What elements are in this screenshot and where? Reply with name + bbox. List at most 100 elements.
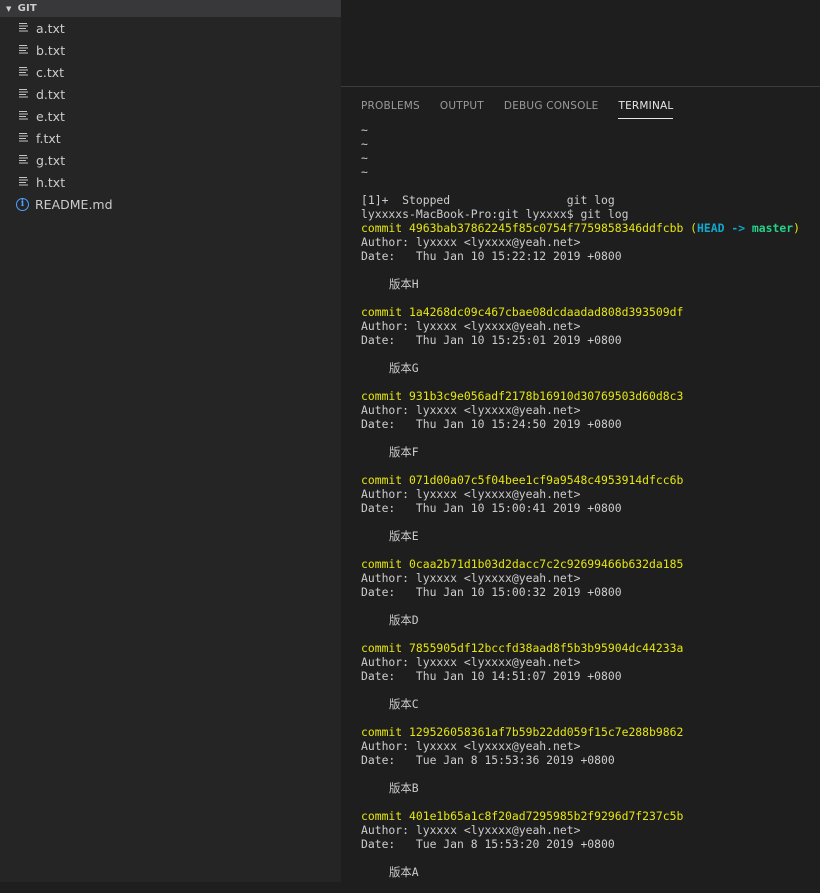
- commit-hash: commit 4963bab37862245f85c0754f775985834…: [361, 221, 684, 235]
- tilde-line: ~: [361, 123, 368, 137]
- file-name: f.txt: [36, 130, 61, 146]
- commit-message: 版本B: [389, 781, 419, 795]
- branch-name: master: [751, 221, 794, 235]
- commit-author: Author: lyxxxx <lyxxxx@yeah.net>: [361, 571, 581, 585]
- stopped-line: [1]+ Stopped git log: [361, 193, 615, 207]
- message-line: 版本F: [361, 445, 820, 459]
- date-line: Date: Thu Jan 10 15:24:50 2019 +0800: [361, 417, 820, 431]
- terminal-line: ~: [361, 165, 820, 179]
- commit-date: Date: Thu Jan 10 15:24:50 2019 +0800: [361, 417, 622, 431]
- commit-author: Author: lyxxxx <lyxxxx@yeah.net>: [361, 823, 581, 837]
- terminal-output[interactable]: ~ ~ ~ ~ [1]+ Stopped git log lyxxxxs-MacBook-…: [361, 123, 820, 893]
- file-name: h.txt: [36, 174, 66, 190]
- file-item[interactable]: b.txt: [0, 39, 341, 61]
- commit-date: Date: Tue Jan 8 15:53:36 2019 +0800: [361, 753, 615, 767]
- editor-area: [341, 0, 820, 86]
- author-line: Author: lyxxxx <lyxxxx@yeah.net>: [361, 403, 820, 417]
- file-name: e.txt: [36, 108, 65, 124]
- commit-author: Author: lyxxxx <lyxxxx@yeah.net>: [361, 235, 581, 249]
- commit-line: commit 1a4268dc09c467cbae08dcdaadad808d3…: [361, 305, 820, 319]
- date-line: Date: Thu Jan 10 15:00:41 2019 +0800: [361, 501, 820, 515]
- author-line: Author: lyxxxx <lyxxxx@yeah.net>: [361, 823, 820, 837]
- commit-date: Date: Thu Jan 10 15:00:32 2019 +0800: [361, 585, 622, 599]
- terminal-line: lyxxxxs-MacBook-Pro:git lyxxxx$ git log: [361, 207, 820, 221]
- bottom-panel: PROBLEMS OUTPUT DEBUG CONSOLE TERMINAL ~…: [341, 86, 820, 883]
- commit-message: 版本E: [389, 529, 419, 543]
- file-item[interactable]: g.txt: [0, 149, 341, 171]
- explorer-section-title: GIT: [17, 3, 37, 14]
- file-name: README.md: [35, 196, 113, 212]
- author-line: Author: lyxxxx <lyxxxx@yeah.net>: [361, 487, 820, 501]
- info-icon: i: [16, 197, 29, 211]
- tab-terminal[interactable]: TERMINAL: [618, 93, 674, 119]
- commit-line: commit 0caa2b71d1b03d2dacc7c2c92699466b6…: [361, 557, 820, 571]
- tab-debug-console[interactable]: DEBUG CONSOLE: [504, 93, 599, 119]
- file-name: b.txt: [36, 42, 66, 58]
- date-line: Date: Tue Jan 8 15:53:20 2019 +0800: [361, 837, 820, 851]
- commit-line: commit 401e1b65a1c8f20ad7295985b2f9296d7…: [361, 809, 820, 823]
- head-ref: HEAD ->: [697, 221, 746, 235]
- commit-hash: commit 401e1b65a1c8f20ad7295985b2f9296d7…: [361, 809, 684, 823]
- date-line: Date: Thu Jan 10 15:25:01 2019 +0800: [361, 333, 820, 347]
- commit-line: commit 071d00a07c5f04bee1cf9a9548c495391…: [361, 473, 820, 487]
- author-line: Author: lyxxxx <lyxxxx@yeah.net>: [361, 235, 820, 249]
- tilde-line: ~: [361, 165, 368, 179]
- file-item[interactable]: d.txt: [0, 83, 341, 105]
- date-line: Date: Thu Jan 10 15:00:32 2019 +0800: [361, 585, 820, 599]
- terminal-line: ~: [361, 137, 820, 151]
- message-line: 版本A: [361, 865, 820, 879]
- file-item[interactable]: c.txt: [0, 61, 341, 83]
- file-item[interactable]: e.txt: [0, 105, 341, 127]
- text-file-icon: [18, 132, 30, 144]
- commit-message: 版本D: [389, 613, 419, 627]
- tab-output[interactable]: OUTPUT: [440, 93, 484, 119]
- commit-date: Date: Tue Jan 8 15:53:20 2019 +0800: [361, 837, 615, 851]
- commit-hash: commit 071d00a07c5f04bee1cf9a9548c495391…: [361, 473, 684, 487]
- message-line: 版本E: [361, 529, 820, 543]
- text-file-icon: [18, 44, 30, 56]
- commit-message: 版本C: [389, 697, 419, 711]
- text-file-icon: [18, 154, 30, 166]
- tab-problems[interactable]: PROBLEMS: [361, 93, 420, 119]
- commit-author: Author: lyxxxx <lyxxxx@yeah.net>: [361, 739, 581, 753]
- author-line: Author: lyxxxx <lyxxxx@yeah.net>: [361, 319, 820, 333]
- file-name: a.txt: [36, 20, 65, 36]
- commit-hash: commit 931b3c9e056adf2178b16910d30769503…: [361, 389, 684, 403]
- date-line: Date: Thu Jan 10 14:51:07 2019 +0800: [361, 669, 820, 683]
- commit-line: commit 7855905df12bccfd38aad8f5b3b95904d…: [361, 641, 820, 655]
- author-line: Author: lyxxxx <lyxxxx@yeah.net>: [361, 739, 820, 753]
- file-name: c.txt: [36, 64, 65, 80]
- file-item[interactable]: i README.md: [0, 193, 341, 215]
- text-file-icon: [18, 110, 30, 122]
- terminal-line: ~: [361, 151, 820, 165]
- file-item[interactable]: a.txt: [0, 17, 341, 39]
- file-item[interactable]: f.txt: [0, 127, 341, 149]
- text-file-icon: [18, 22, 30, 34]
- commit-author: Author: lyxxxx <lyxxxx@yeah.net>: [361, 655, 581, 669]
- commit-author: Author: lyxxxx <lyxxxx@yeah.net>: [361, 487, 581, 501]
- explorer-section-header[interactable]: ▼ GIT: [0, 0, 341, 17]
- chevron-down-icon[interactable]: ▼: [6, 5, 12, 13]
- terminal-line: [1]+ Stopped git log: [361, 193, 820, 207]
- file-name: d.txt: [36, 86, 66, 102]
- file-list: a.txt b.txt c.txt d.txt e.txt f.txt g.txt h.txt…: [0, 17, 341, 215]
- message-line: 版本C: [361, 697, 820, 711]
- commit-message: 版本G: [389, 361, 419, 375]
- message-line: 版本B: [361, 781, 820, 795]
- author-line: Author: lyxxxx <lyxxxx@yeah.net>: [361, 655, 820, 669]
- file-item[interactable]: h.txt: [0, 171, 341, 193]
